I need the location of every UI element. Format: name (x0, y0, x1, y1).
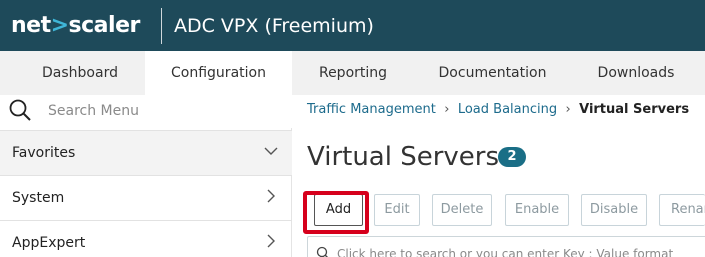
logo-text-right: scaler (68, 13, 141, 38)
edit-button[interactable]: Edit (374, 194, 420, 226)
sidebar-search[interactable]: Search Menu (0, 95, 292, 128)
breadcrumb-traffic-management[interactable]: Traffic Management (307, 102, 436, 117)
sidebar: Search Menu Favorites System AppExpert (0, 95, 292, 257)
tab-documentation[interactable]: Documentation (414, 51, 571, 95)
delete-button[interactable]: Delete (432, 194, 492, 226)
sidebar-item-label: Favorites (12, 145, 76, 161)
enable-button[interactable]: Enable (505, 194, 569, 226)
tab-downloads[interactable]: Downloads (571, 51, 701, 95)
chevron-right-icon: › (444, 102, 450, 117)
search-menu-placeholder: Search Menu (48, 103, 139, 119)
search-icon (316, 246, 328, 257)
sidebar-item-label: System (12, 190, 65, 206)
logo-chevron: > (50, 13, 69, 38)
chevron-right-icon (267, 189, 275, 203)
main-nav: Dashboard Configuration Reporting Docume… (0, 51, 705, 95)
logo-text-left: net (11, 13, 51, 38)
rename-button[interactable]: Renar (659, 194, 705, 226)
chevron-right-icon (267, 234, 275, 248)
chevron-right-icon: › (565, 102, 571, 117)
sidebar-item-appexpert[interactable]: AppExpert (0, 220, 292, 257)
disable-button[interactable]: Disable (581, 194, 647, 226)
breadcrumb-load-balancing[interactable]: Load Balancing (458, 102, 557, 117)
page-title: Virtual Servers (307, 142, 500, 172)
breadcrumb-current: Virtual Servers (579, 102, 690, 117)
sidebar-item-system[interactable]: System (0, 175, 292, 220)
count-badge: 2 (498, 147, 526, 167)
add-button-highlight (303, 191, 369, 234)
sidebar-item-label: AppExpert (12, 235, 86, 251)
search-icon (9, 99, 31, 121)
product-title: ADC VPX (Freemium) (174, 15, 374, 37)
tab-reporting[interactable]: Reporting (292, 51, 414, 95)
sidebar-item-favorites[interactable]: Favorites (0, 130, 292, 175)
tab-dashboard[interactable]: Dashboard (0, 51, 160, 95)
header-divider (161, 8, 162, 44)
chevron-down-icon (264, 147, 278, 155)
breadcrumb: Traffic Management › Load Balancing › Virtua… (307, 100, 689, 120)
top-header: net>scaler ADC VPX (Freemium) (0, 0, 705, 51)
vserver-search-input[interactable]: Click here to search or you can enter Ke… (307, 236, 705, 257)
netscaler-logo[interactable]: net>scaler (11, 12, 140, 40)
tab-configuration[interactable]: Configuration (145, 51, 292, 95)
search-placeholder: Click here to search or you can enter Ke… (337, 247, 674, 257)
